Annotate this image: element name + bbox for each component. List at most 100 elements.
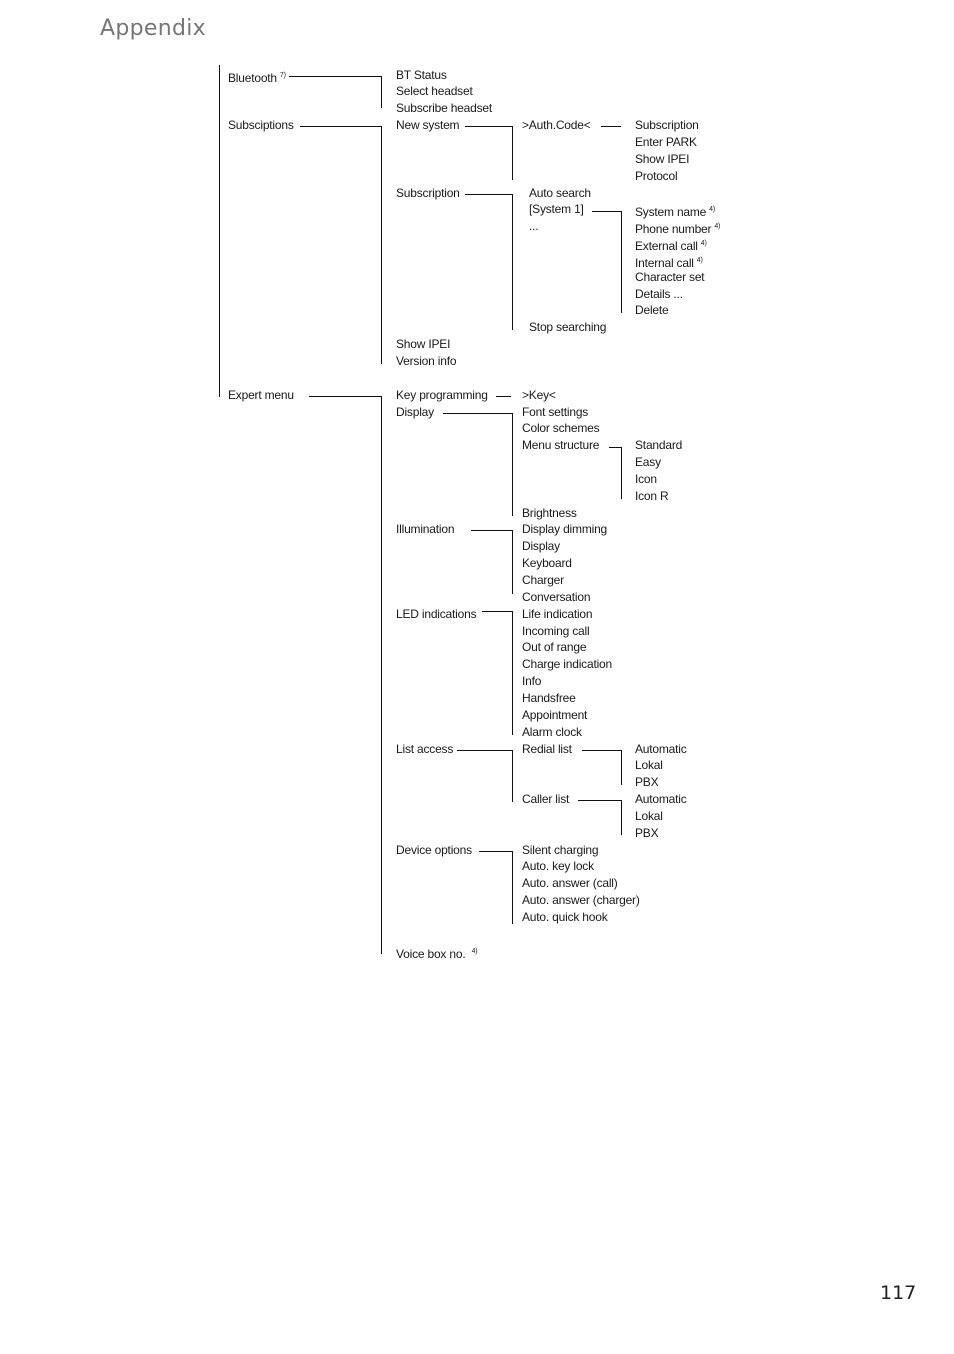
tree-line: [621, 211, 622, 313]
tree-line: [471, 530, 512, 531]
label: System name: [635, 205, 707, 219]
menu-item: Keyboard: [522, 556, 572, 570]
menu-item: Auto. quick hook: [522, 910, 608, 924]
menu-item: Appointment: [522, 708, 588, 722]
tree-line: [512, 126, 513, 180]
menu-item: Auto. answer (call): [522, 876, 618, 890]
menu-item: Font settings: [522, 405, 589, 419]
menu-item-caller-list: Caller list: [522, 792, 570, 806]
menu-item: System name 4): [635, 202, 715, 220]
label: External call: [635, 239, 698, 253]
page-title: Appendix: [100, 16, 206, 41]
menu-item-key: >Key<: [522, 388, 556, 402]
label: Internal call: [635, 256, 694, 270]
tree-line: [465, 194, 512, 195]
menu-item: Incoming call: [522, 624, 590, 638]
label: Phone number: [635, 222, 712, 236]
tree-line: [300, 126, 381, 127]
menu-item: Internal call 4): [635, 253, 703, 271]
tree-line: [512, 413, 513, 516]
footnote: 4): [700, 240, 707, 247]
tree-line: [512, 611, 513, 735]
menu-item: Subscription: [635, 118, 699, 132]
menu-item-subscriptions: Subsciptions: [228, 118, 294, 132]
menu-item: Display: [522, 539, 560, 553]
menu-item-new-system: New system: [396, 118, 460, 132]
menu-item: Lokal: [635, 809, 663, 823]
menu-item: Icon R: [635, 489, 669, 503]
tree-line: [457, 750, 512, 751]
menu-item: Character set: [635, 270, 705, 284]
tree-line: [219, 65, 220, 397]
tree-line: [289, 76, 381, 77]
tree-line: [601, 126, 621, 127]
menu-item: Auto search: [529, 186, 591, 200]
label: Voice box no.: [396, 947, 466, 961]
menu-item: Automatic: [635, 742, 687, 756]
menu-item: Charger: [522, 573, 564, 587]
menu-item-device-options: Device options: [396, 843, 472, 857]
tree-line: [482, 611, 512, 612]
footnote: 4): [696, 257, 703, 264]
menu-item: Conversation: [522, 590, 591, 604]
menu-item: Select headset: [396, 84, 473, 98]
menu-item: BT Status: [396, 68, 447, 82]
menu-item: Life indication: [522, 607, 593, 621]
menu-item-expert: Expert menu: [228, 388, 294, 402]
menu-item: Standard: [635, 438, 683, 452]
tree-line: [381, 396, 382, 954]
menu-item-led: LED indications: [396, 607, 477, 621]
menu-item: PBX: [635, 775, 659, 789]
menu-item-bluetooth: Bluetooth 7): [228, 68, 286, 86]
menu-item: Delete: [635, 303, 669, 317]
tree-line: [621, 800, 622, 835]
menu-item: Brightness: [522, 506, 577, 520]
tree-line: [621, 447, 622, 499]
menu-item: Lokal: [635, 758, 663, 772]
tree-line: [381, 126, 382, 364]
tree-line: [496, 396, 511, 397]
menu-item: Icon: [635, 472, 657, 486]
tree-line: [381, 76, 382, 108]
menu-item: Silent charging: [522, 843, 599, 857]
menu-item: Show IPEI: [635, 152, 690, 166]
tree-line: [578, 800, 621, 801]
menu-item: Enter PARK: [635, 135, 697, 149]
menu-item-key-programming: Key programming: [396, 388, 488, 402]
menu-item: Easy: [635, 455, 661, 469]
tree-line: [479, 851, 512, 852]
footnote: 4): [714, 223, 721, 230]
menu-item: Phone number 4): [635, 219, 720, 237]
menu-item: Charge indication: [522, 657, 612, 671]
menu-item-voice-box: Voice box no. 4): [396, 944, 478, 962]
tree-line: [582, 750, 621, 751]
tree-line: [512, 750, 513, 802]
menu-item: Protocol: [635, 169, 678, 183]
menu-item: Alarm clock: [522, 725, 582, 739]
menu-item-illumination: Illumination: [396, 522, 455, 536]
menu-item: Automatic: [635, 792, 687, 806]
menu-item-redial-list: Redial list: [522, 742, 572, 756]
tree-line: [443, 413, 512, 414]
menu-item-subscription: Subscription: [396, 186, 460, 200]
tree-line: [309, 396, 381, 397]
tree-line: [465, 126, 512, 127]
menu-item: ...: [529, 219, 539, 233]
menu-item-version-info: Version info: [396, 354, 457, 368]
menu-item: Subscribe headset: [396, 101, 492, 115]
menu-item: Details ...: [635, 287, 683, 301]
menu-item: Display dimming: [522, 522, 608, 536]
menu-item: Handsfree: [522, 691, 576, 705]
tree-line: [609, 447, 621, 448]
menu-item: Info: [522, 674, 542, 688]
menu-item-display: Display: [396, 405, 434, 419]
menu-item: PBX: [635, 826, 659, 840]
footnote: 4): [471, 948, 478, 955]
menu-item: Auto. answer (charger): [522, 893, 640, 907]
tree-line: [512, 851, 513, 924]
menu-item: Color schemes: [522, 421, 600, 435]
menu-item-auth-code: >Auth.Code<: [522, 118, 591, 132]
tree-line: [512, 194, 513, 330]
page-number: 117: [880, 1282, 917, 1304]
tree-line: [621, 750, 622, 785]
